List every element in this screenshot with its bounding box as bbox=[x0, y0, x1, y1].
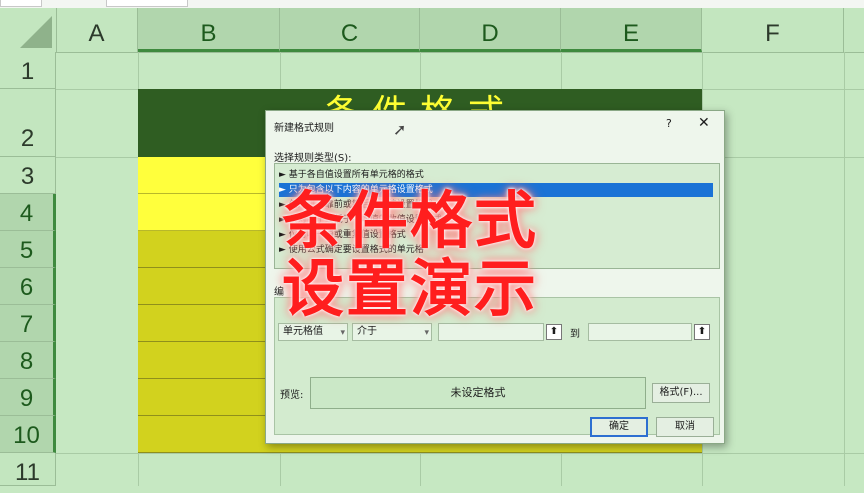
rule-type-label: 选择规则类型(S): bbox=[274, 153, 352, 164]
cancel-button[interactable]: 取消 bbox=[656, 417, 714, 437]
row-header-4[interactable]: 4 bbox=[0, 194, 56, 231]
column-header-f[interactable]: F bbox=[702, 8, 844, 52]
overlay-caption-line-2: 设置演示 bbox=[282, 252, 539, 325]
gridline bbox=[844, 52, 845, 486]
column-header-e[interactable]: E bbox=[561, 8, 702, 52]
row-header-8[interactable]: 8 bbox=[0, 342, 56, 379]
column-header-b[interactable]: B bbox=[138, 8, 280, 52]
row-header-6[interactable]: 6 bbox=[0, 268, 56, 305]
row-header-3[interactable]: 3 bbox=[0, 157, 56, 194]
preview-label: 预览: bbox=[280, 390, 304, 401]
row-header-11[interactable]: 11 bbox=[0, 453, 56, 486]
row-header-2[interactable]: 2 bbox=[0, 89, 56, 157]
ok-button[interactable]: 确定 bbox=[590, 417, 648, 437]
close-icon[interactable]: ✕ bbox=[698, 115, 710, 131]
max-value-input[interactable] bbox=[588, 323, 692, 341]
select-all-icon bbox=[20, 16, 52, 48]
range-picker-icon[interactable]: ⬆ bbox=[694, 324, 710, 340]
yellow-cell[interactable] bbox=[138, 194, 268, 231]
column-header-bar: A B C D E F bbox=[0, 8, 864, 53]
column-header-a[interactable]: A bbox=[56, 8, 138, 52]
row-header-7[interactable]: 7 bbox=[0, 305, 56, 342]
row-header-10[interactable]: 10 bbox=[0, 416, 56, 453]
row-header-9[interactable]: 9 bbox=[0, 379, 56, 416]
row-header-1[interactable]: 1 bbox=[0, 52, 56, 89]
format-button[interactable]: 格式(F)... bbox=[652, 383, 710, 403]
gridline bbox=[56, 453, 864, 454]
select-all-button[interactable] bbox=[0, 8, 57, 52]
formula-controls[interactable] bbox=[106, 0, 188, 7]
row-header-5[interactable]: 5 bbox=[0, 231, 56, 268]
name-box[interactable] bbox=[0, 0, 42, 7]
dialog-title: 新建格式规则 bbox=[274, 123, 334, 134]
mouse-cursor-icon: ➚ bbox=[393, 120, 407, 139]
yellow-cell[interactable] bbox=[138, 157, 268, 194]
column-header-d[interactable]: D bbox=[420, 8, 561, 52]
help-button[interactable]: ? bbox=[666, 117, 672, 130]
format-preview: 未设定格式 bbox=[310, 377, 646, 409]
column-header-c[interactable]: C bbox=[280, 8, 420, 52]
